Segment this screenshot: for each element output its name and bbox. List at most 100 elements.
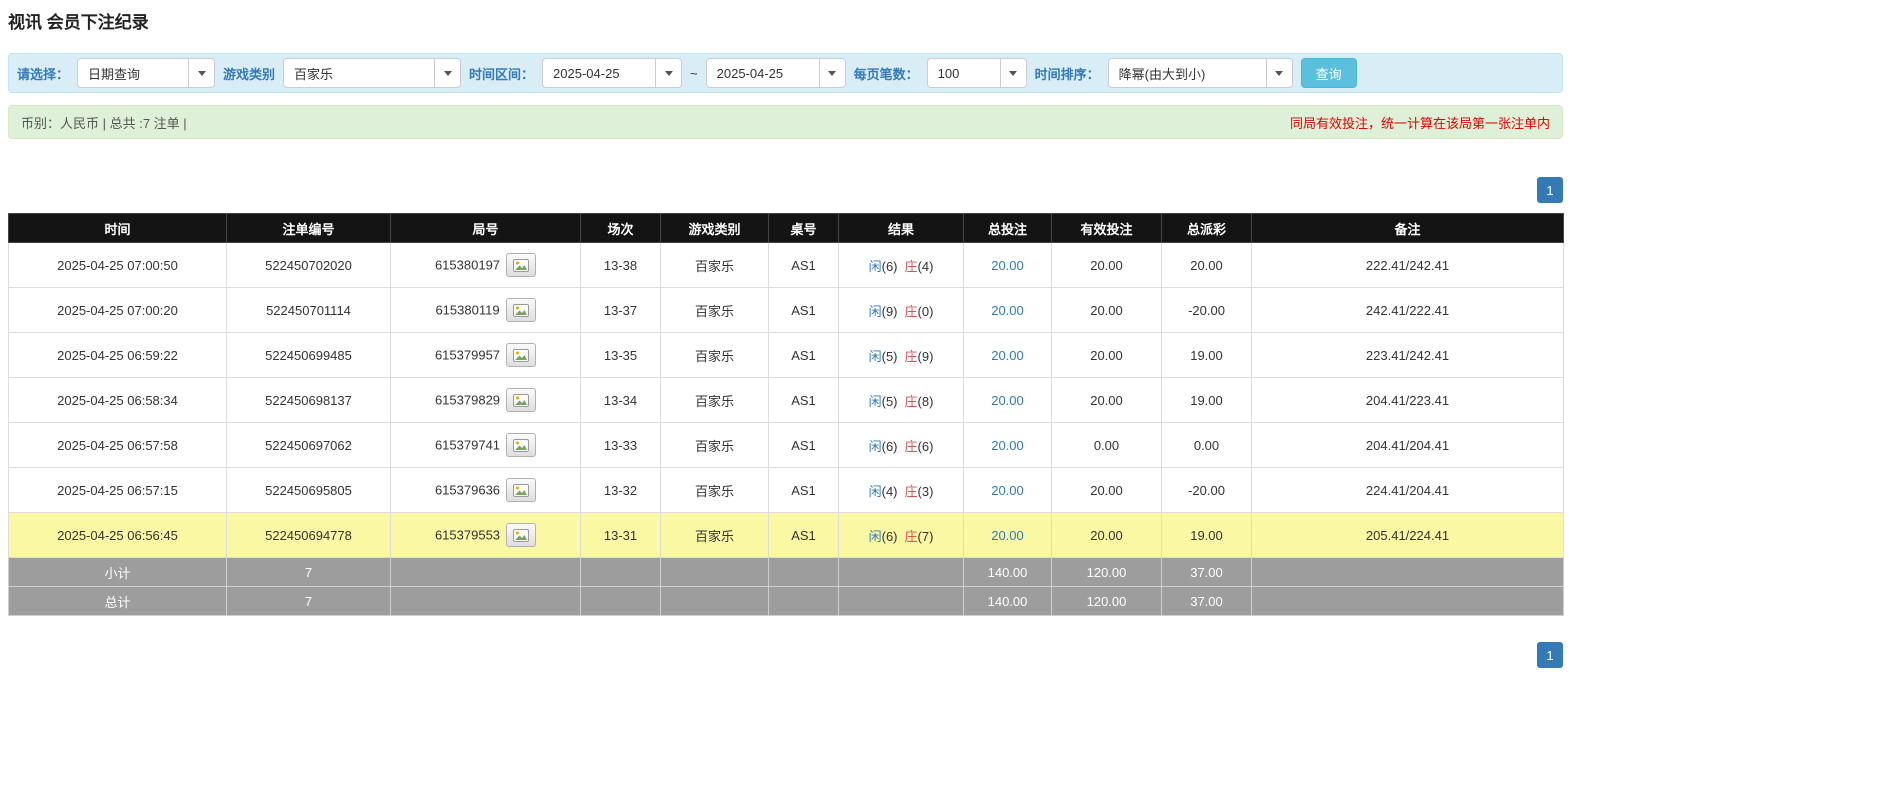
total-bet-link[interactable]: 20.00 bbox=[991, 258, 1024, 273]
caret-down-icon bbox=[1009, 70, 1018, 76]
result-player-label: 闲 bbox=[868, 438, 882, 454]
footer-cell-3 bbox=[390, 586, 581, 616]
column-header-11: 备注 bbox=[1251, 213, 1564, 243]
cell-session: 13-32 bbox=[580, 467, 661, 513]
date-to-select[interactable]: 2025-04-25 bbox=[705, 58, 846, 88]
cell-note: 204.41/204.41 bbox=[1251, 422, 1564, 468]
round-result-image-button[interactable] bbox=[505, 298, 536, 322]
column-header-4: 场次 bbox=[580, 213, 661, 243]
page-button-1[interactable]: 1 bbox=[1537, 177, 1563, 203]
footer-cell-10: 37.00 bbox=[1161, 586, 1252, 616]
round-result-image-button[interactable] bbox=[506, 478, 537, 502]
table-row: 2025-04-25 06:58:34 522450698137 615379829… bbox=[8, 377, 1564, 423]
summary-notice-text: 同局有效投注，统一计算在该局第一张注单内 bbox=[1289, 115, 1550, 131]
result-banker-label: 庄 bbox=[904, 303, 918, 319]
total-row: 总计 7 140.00 120.00 37.00 bbox=[8, 586, 1564, 616]
cell-round-no: 615379829 bbox=[390, 377, 581, 423]
total-bet-link[interactable]: 20.00 bbox=[991, 483, 1024, 498]
game-category-dropdown-button[interactable] bbox=[434, 59, 461, 87]
records-table: 时间 注单编号 局号 场次 游戏类别 桌号 结果 总投注 有效投注 总派彩 备注 2025-04-2… bbox=[8, 213, 1564, 616]
cell-time: 2025-04-25 06:58:34 bbox=[8, 377, 227, 423]
round-no-text: 615380119 bbox=[435, 302, 500, 318]
cell-round-no: 615380119 bbox=[390, 287, 581, 333]
date-to-dropdown-button[interactable] bbox=[818, 59, 845, 87]
date-from-dropdown-button[interactable] bbox=[655, 59, 682, 87]
cell-bet-no: 522450699485 bbox=[226, 332, 391, 378]
cell-round-no: 615379741 bbox=[390, 422, 581, 468]
result-player-label: 闲 bbox=[868, 258, 882, 274]
cell-table-no: AS1 bbox=[768, 467, 839, 513]
footer-cell-6 bbox=[768, 557, 839, 587]
total-bet-link[interactable]: 20.00 bbox=[991, 438, 1024, 453]
table-row: 2025-04-25 06:57:58 522450697062 615379741… bbox=[8, 422, 1564, 468]
total-bet-link[interactable]: 20.00 bbox=[991, 393, 1024, 408]
cell-game-category: 百家乐 bbox=[660, 287, 769, 333]
summary-bar: 币别：人民币 | 总共 :7 注单 | 同局有效投注，统一计算在该局第一张注单内 bbox=[8, 105, 1563, 139]
total-bet-link[interactable]: 20.00 bbox=[991, 303, 1024, 318]
cell-game-category: 百家乐 bbox=[660, 377, 769, 423]
game-category-select[interactable]: 百家乐 bbox=[283, 58, 462, 88]
sort-order-label: 时间排序： bbox=[1034, 66, 1100, 82]
cell-bet-no: 522450702020 bbox=[226, 242, 391, 288]
footer-cell-4 bbox=[580, 557, 661, 587]
cell-table-no: AS1 bbox=[768, 242, 839, 288]
time-range-label: 时间区间： bbox=[469, 66, 535, 82]
cell-total-bet: 20.00 bbox=[963, 287, 1052, 333]
cell-result: 闲(9) 庄(0) bbox=[838, 287, 964, 333]
result-image-icon bbox=[513, 528, 530, 542]
date-from-value: 2025-04-25 bbox=[553, 65, 620, 81]
result-banker-score: (4) bbox=[917, 258, 934, 274]
cell-result: 闲(6) 庄(4) bbox=[838, 242, 964, 288]
footer-cell-4 bbox=[580, 586, 661, 616]
table-header: 时间 注单编号 局号 场次 游戏类别 桌号 结果 总投注 有效投注 总派彩 备注 bbox=[8, 213, 1564, 243]
footer-cell-3 bbox=[390, 557, 581, 587]
date-from-select[interactable]: 2025-04-25 bbox=[542, 58, 683, 88]
cell-note: 204.41/223.41 bbox=[1251, 377, 1564, 423]
search-button[interactable]: 查询 bbox=[1300, 58, 1357, 88]
result-banker-label: 庄 bbox=[904, 528, 918, 544]
result-banker-score: (8) bbox=[917, 393, 934, 409]
cell-payout: -20.00 bbox=[1161, 467, 1252, 513]
cell-bet-no: 522450698137 bbox=[226, 377, 391, 423]
result-banker-label: 庄 bbox=[904, 483, 918, 499]
sort-order-select[interactable]: 降幂(由大到小) bbox=[1107, 58, 1293, 88]
cell-result: 闲(6) 庄(7) bbox=[838, 512, 964, 558]
cell-total-bet: 20.00 bbox=[963, 242, 1052, 288]
round-result-image-button[interactable] bbox=[506, 343, 537, 367]
cell-session: 13-33 bbox=[580, 422, 661, 468]
round-no-text: 615379553 bbox=[434, 527, 501, 543]
result-banker-score: (9) bbox=[917, 348, 934, 364]
page-size-select[interactable]: 100 bbox=[926, 58, 1027, 88]
cell-round-no: 615380197 bbox=[390, 242, 581, 288]
result-banker-label: 庄 bbox=[904, 348, 918, 364]
table-row: 2025-04-25 06:57:15 522450695805 615379636… bbox=[8, 467, 1564, 513]
result-player-label: 闲 bbox=[868, 303, 882, 319]
range-separator: ~ bbox=[690, 65, 698, 81]
query-type-select[interactable]: 日期查询 bbox=[77, 58, 216, 88]
query-type-dropdown-button[interactable] bbox=[188, 59, 215, 87]
cell-table-no: AS1 bbox=[768, 422, 839, 468]
total-bet-link[interactable]: 20.00 bbox=[991, 348, 1024, 363]
page-size-dropdown-button[interactable] bbox=[999, 59, 1026, 87]
summary-left-text: 币别：人民币 | 总共 :7 注单 | bbox=[21, 115, 187, 131]
total-bet-link[interactable]: 20.00 bbox=[991, 528, 1024, 543]
cell-table-no: AS1 bbox=[768, 287, 839, 333]
table-row: 2025-04-25 06:59:22 522450699485 615379957… bbox=[8, 332, 1564, 378]
cell-payout: 20.00 bbox=[1161, 242, 1252, 288]
round-result-image-button[interactable] bbox=[506, 523, 537, 547]
round-result-image-button[interactable] bbox=[506, 388, 537, 412]
footer-cell-5 bbox=[660, 557, 769, 587]
round-result-image-button[interactable] bbox=[506, 253, 537, 277]
sort-order-dropdown-button[interactable] bbox=[1265, 59, 1292, 87]
pagination-top: 1 bbox=[8, 177, 1563, 203]
cell-session: 13-38 bbox=[580, 242, 661, 288]
cell-result: 闲(5) 庄(9) bbox=[838, 332, 964, 378]
result-player-score: (5) bbox=[881, 348, 898, 364]
result-image-icon bbox=[513, 438, 530, 452]
cell-result: 闲(6) 庄(6) bbox=[838, 422, 964, 468]
game-category-value: 百家乐 bbox=[294, 66, 334, 82]
cell-time: 2025-04-25 06:57:15 bbox=[8, 467, 227, 513]
table-row: 2025-04-25 07:00:50 522450702020 615380197… bbox=[8, 242, 1564, 288]
round-result-image-button[interactable] bbox=[506, 433, 537, 457]
page-button-1[interactable]: 1 bbox=[1537, 642, 1563, 668]
